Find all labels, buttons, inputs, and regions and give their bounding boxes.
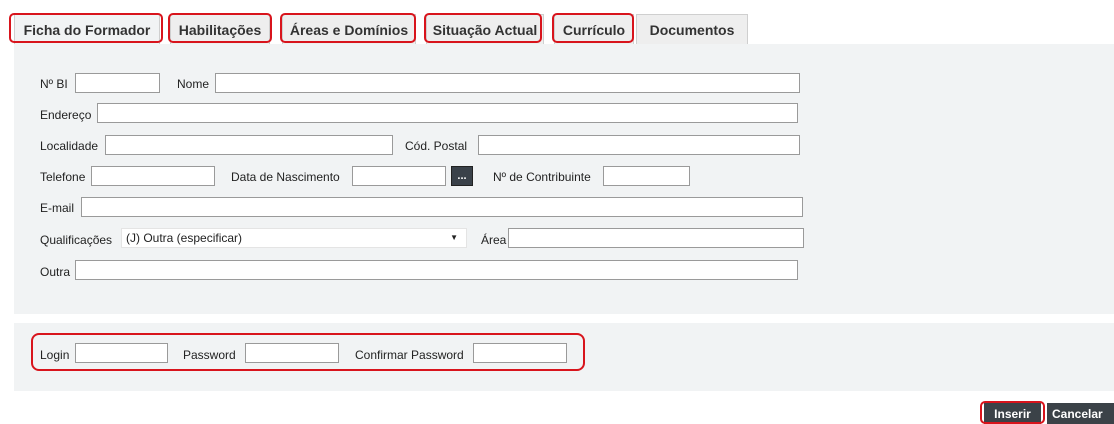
password-label: Password [183, 348, 236, 362]
endereco-input[interactable] [97, 103, 798, 123]
nome-input[interactable] [215, 73, 800, 93]
contribuinte-label: Nº de Contribuinte [493, 170, 591, 184]
qualificacoes-value: (J) Outra (especificar) [126, 231, 243, 245]
tab-label: Ficha do Formador [23, 21, 151, 38]
email-input[interactable] [81, 197, 803, 217]
data-nascimento-label: Data de Nascimento [231, 170, 340, 184]
password-input[interactable] [245, 343, 339, 363]
area-label: Área [481, 233, 507, 247]
tab-label: Situação Actual [432, 21, 538, 38]
tab-ficha-do-formador[interactable]: Ficha do Formador [14, 14, 160, 44]
cod-postal-input[interactable] [478, 135, 800, 155]
outra-input[interactable] [75, 260, 798, 280]
localidade-input[interactable] [105, 135, 393, 155]
cancel-button-label: Cancelar [1052, 406, 1103, 421]
email-label: E-mail [40, 201, 75, 215]
tab-curriculo[interactable]: Currículo [554, 14, 634, 44]
tab-situacao-actual[interactable]: Situação Actual [426, 14, 544, 44]
confirm-password-label: Confirmar Password [355, 348, 464, 362]
cod-postal-label: Cód. Postal [405, 139, 468, 153]
tab-label: Documentos [649, 21, 735, 38]
telefone-label: Telefone [40, 170, 86, 184]
bi-input[interactable] [75, 73, 160, 93]
tab-documentos[interactable]: Documentos [636, 14, 748, 44]
outra-label: Outra [40, 265, 71, 279]
chevron-down-icon: ▼ [450, 233, 458, 242]
endereco-label: Endereço [40, 108, 92, 122]
login-input[interactable] [75, 343, 168, 363]
tab-habilitacoes[interactable]: Habilitações [170, 14, 270, 44]
insert-button-label: Inserir [994, 406, 1031, 421]
date-picker-icon: ... [457, 170, 467, 182]
cancel-button[interactable]: Cancelar [1047, 403, 1114, 424]
qualificacoes-select[interactable]: (J) Outra (especificar) ▼ [121, 228, 467, 248]
login-label: Login [40, 348, 70, 362]
confirm-password-input[interactable] [473, 343, 567, 363]
insert-button[interactable]: Inserir [984, 403, 1041, 424]
tab-label: Áreas e Domínios [289, 21, 409, 38]
telefone-input[interactable] [91, 166, 215, 186]
area-input[interactable] [508, 228, 804, 248]
date-picker-button[interactable]: ... [451, 166, 473, 186]
nome-label: Nome [177, 77, 210, 91]
qualificacoes-label: Qualificações [40, 233, 113, 247]
data-nascimento-input[interactable] [352, 166, 446, 186]
localidade-label: Localidade [40, 139, 99, 153]
contribuinte-input[interactable] [603, 166, 690, 186]
tab-label: Currículo [562, 21, 626, 38]
tab-label: Habilitações [178, 21, 262, 38]
tab-areas-e-dominios[interactable]: Áreas e Domínios [282, 14, 416, 44]
bi-label: Nº BI [40, 77, 68, 91]
